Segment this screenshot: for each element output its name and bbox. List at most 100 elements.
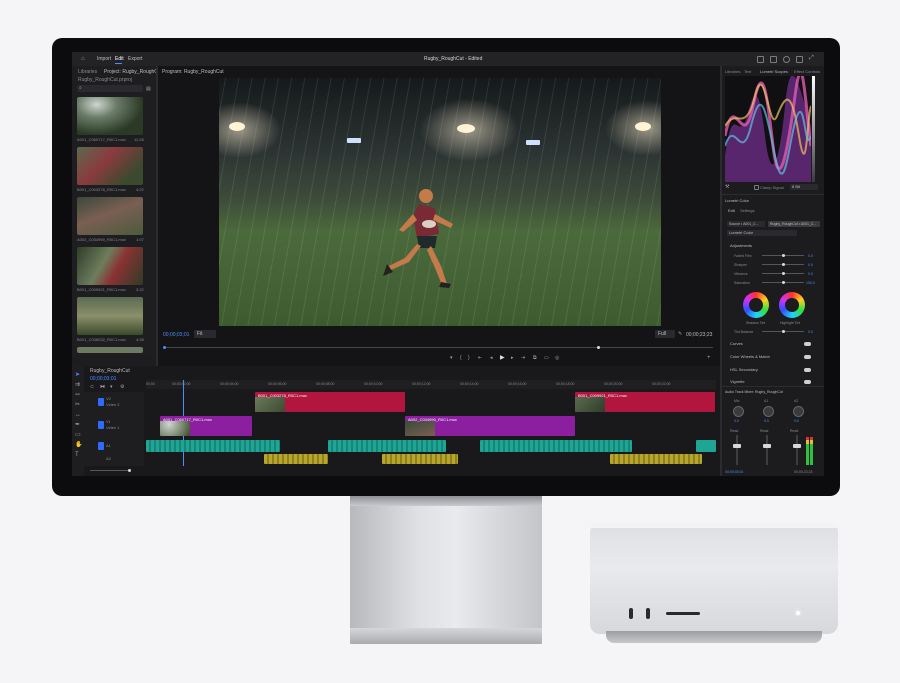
add-marker-icon[interactable]: ▾ — [110, 384, 113, 390]
pen-tool-icon[interactable]: ✒ — [75, 422, 80, 428]
timecode-current[interactable]: 00;00;03;01 — [163, 332, 189, 338]
section-vignette[interactable]: Vignette — [730, 379, 745, 385]
volume-fader[interactable] — [733, 444, 741, 448]
video-clip[interactable]: A001_C060717_R0C1.mov — [160, 416, 252, 436]
highlight-tint-wheel[interactable] — [779, 292, 805, 318]
playhead-knob[interactable] — [163, 346, 166, 349]
slider-value[interactable]: 0.0 — [808, 262, 813, 268]
tab-lumetri-scopes[interactable]: Lumetri Scopes — [760, 69, 788, 75]
audio-clip[interactable] — [696, 440, 716, 452]
video-frame[interactable] — [219, 78, 661, 326]
slider-knob[interactable] — [782, 281, 785, 284]
mark-out-icon[interactable]: } — [468, 355, 470, 361]
export-frame-icon[interactable]: ◎ — [555, 355, 559, 361]
list-view-icon[interactable]: ▤ — [146, 86, 151, 92]
slider-value[interactable]: 0.0 — [808, 271, 813, 277]
help-icon[interactable] — [783, 56, 790, 63]
slider-knob[interactable] — [782, 330, 785, 333]
audio-clip[interactable] — [610, 454, 702, 464]
audio-clip[interactable] — [480, 440, 632, 452]
vibrance-slider[interactable] — [762, 272, 804, 275]
slider-knob[interactable] — [782, 254, 785, 257]
section-hsl[interactable]: HSL Secondary — [730, 367, 758, 373]
pan-value[interactable]: 0.0 — [794, 418, 799, 424]
sharpen-slider[interactable] — [762, 263, 804, 266]
ripple-edit-icon[interactable]: ⇿ — [75, 392, 80, 398]
step-forward-icon[interactable]: ▸ — [511, 355, 514, 361]
quick-export-icon[interactable] — [770, 56, 777, 63]
automation-mode[interactable]: Read — [760, 428, 768, 434]
timeline-timecode[interactable]: 00;00;03;01 — [90, 376, 116, 382]
bit-depth-dropdown[interactable]: 8 Bit — [790, 184, 818, 190]
pan-knob[interactable] — [733, 406, 744, 417]
rectangle-tool-icon[interactable]: ▭ — [75, 432, 81, 438]
clip-thumbnail[interactable] — [77, 347, 143, 353]
clip-thumbnail[interactable] — [77, 197, 143, 235]
hand-tool-icon[interactable]: ✋ — [75, 442, 82, 448]
type-tool-icon[interactable]: T — [75, 452, 79, 458]
go-to-in-icon[interactable]: ⇤ — [478, 355, 482, 361]
menu-edit[interactable]: Edit — [115, 56, 124, 62]
tab-libraries-right[interactable]: Libraries — [725, 69, 740, 75]
pan-knob[interactable] — [793, 406, 804, 417]
video-clip[interactable]: B001_C003278_R0C1.mov — [255, 392, 405, 412]
clip-thumbnail[interactable] — [77, 297, 143, 335]
zoom-slider[interactable] — [90, 469, 131, 472]
adjustments-header[interactable]: Adjustments — [730, 243, 752, 249]
faded-film-slider[interactable] — [762, 254, 804, 257]
out-point-knob[interactable] — [597, 346, 600, 349]
snap-icon[interactable]: ⊂ — [90, 384, 94, 390]
overwrite-icon[interactable]: ▭ — [544, 355, 549, 361]
audio-clip[interactable] — [328, 440, 446, 452]
razor-tool-icon[interactable]: ✂ — [75, 402, 80, 408]
vignette-toggle[interactable] — [804, 380, 811, 384]
track-target-v2[interactable] — [98, 398, 104, 406]
slip-tool-icon[interactable]: ↔ — [75, 412, 81, 418]
home-icon[interactable]: ⌂ — [81, 56, 85, 62]
tab-project[interactable]: Project: Rugby_RoughCut — [104, 69, 162, 75]
volume-fader[interactable] — [763, 444, 771, 448]
fit-dropdown[interactable]: Fit — [194, 330, 216, 338]
wrench-icon[interactable]: ⚒ — [725, 184, 729, 190]
section-curves[interactable]: Curves — [730, 341, 743, 347]
tab-effect-controls[interactable]: Effect Controls — [794, 69, 820, 75]
timeline-tab[interactable]: Rugby_RoughCut — [90, 368, 130, 374]
target-selector[interactable]: Rugby_RoughCut • A001_C... — [768, 221, 820, 227]
video-clip[interactable]: B001_C009921_R0C1.mov — [575, 392, 715, 412]
slider-value[interactable]: 0.0 — [808, 253, 813, 259]
clip-thumbnail[interactable] — [77, 147, 143, 185]
tab-text[interactable]: Text — [744, 69, 751, 75]
section-color-wheels[interactable]: Color Wheels & Match — [730, 354, 770, 360]
selection-tool-icon[interactable]: ➤ — [75, 372, 80, 378]
saturation-slider[interactable] — [762, 281, 804, 284]
slider-knob[interactable] — [782, 263, 785, 266]
tab-settings[interactable]: Settings — [740, 208, 754, 214]
step-back-icon[interactable]: ◂ — [490, 355, 493, 361]
slider-knob[interactable] — [782, 272, 785, 275]
tint-balance-slider[interactable] — [762, 330, 804, 333]
audio-clip[interactable] — [264, 454, 328, 464]
settings-icon[interactable]: ✎ — [678, 331, 682, 337]
track-target-v1[interactable] — [98, 421, 104, 429]
preset-dropdown[interactable]: Lumetri Color — [727, 230, 797, 236]
zoom-knob[interactable] — [128, 469, 131, 472]
playhead-scrubber[interactable] — [163, 346, 713, 349]
automation-mode[interactable]: Read — [790, 428, 798, 434]
notification-icon[interactable] — [796, 56, 803, 63]
slider-value[interactable]: 100.0 — [806, 280, 815, 286]
audio-clip[interactable] — [146, 440, 280, 452]
audio-clip[interactable] — [382, 454, 458, 464]
search-input[interactable]: ⌕ — [77, 85, 143, 92]
tint-balance-value[interactable]: 0.0 — [808, 329, 813, 335]
hsl-toggle[interactable] — [804, 368, 811, 372]
shadow-tint-wheel[interactable] — [743, 292, 769, 318]
play-icon[interactable]: ▶ — [500, 355, 505, 361]
video-clip[interactable]: A002_C034990_R0C1.mov — [405, 416, 575, 436]
tab-libraries[interactable]: Libraries — [78, 69, 97, 75]
add-button-icon[interactable]: + — [707, 355, 711, 361]
pan-value[interactable]: 0.0 — [734, 418, 739, 424]
quality-dropdown[interactable]: Full — [655, 330, 675, 338]
clip-thumbnail[interactable] — [77, 247, 143, 285]
source-selector[interactable]: Source • A001_C... — [727, 221, 765, 227]
menu-import[interactable]: Import — [97, 56, 111, 62]
